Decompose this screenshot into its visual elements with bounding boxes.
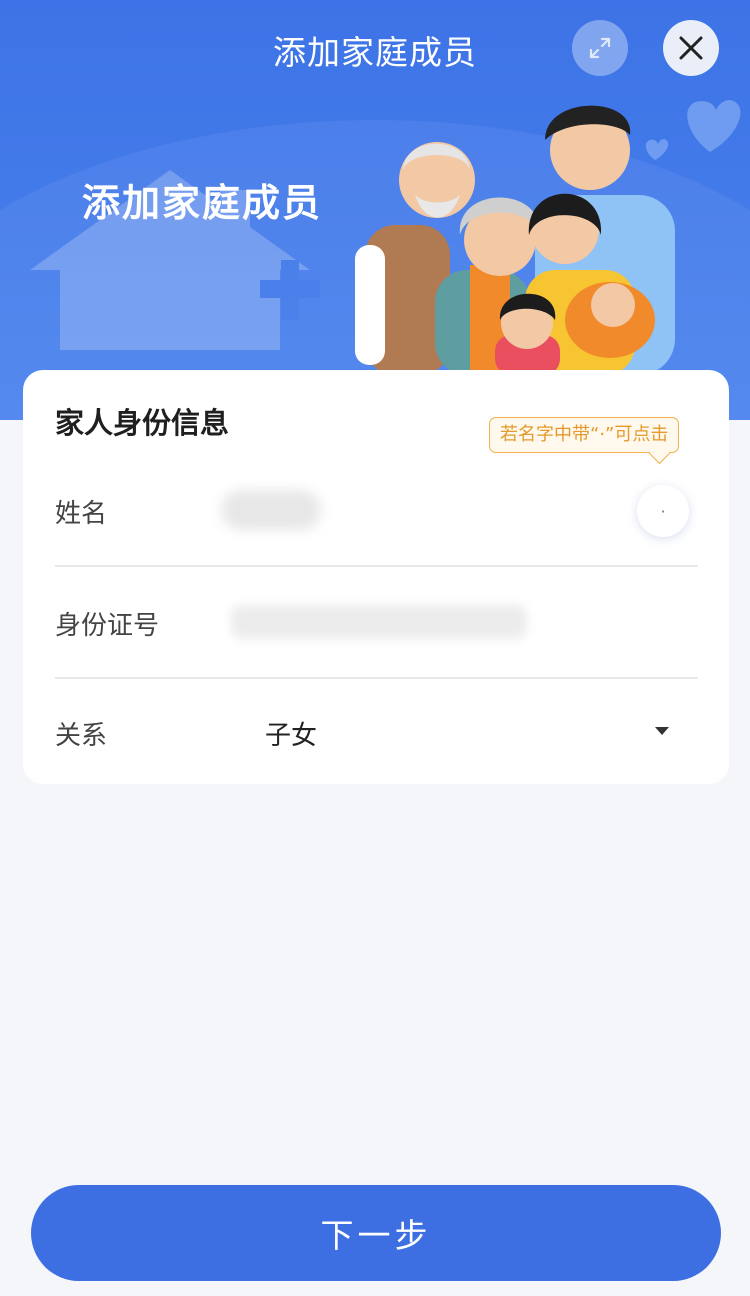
name-input[interactable]	[221, 490, 321, 530]
page: 添加家庭成员 添加家庭成员 家人身份信息 若名字中带“·”可点击 姓名 · 身份…	[0, 0, 750, 1296]
close-button[interactable]	[663, 20, 719, 76]
id-number-input[interactable]	[231, 605, 527, 639]
family-illustration	[355, 105, 675, 375]
hero-banner: 添加家庭成员 添加家庭成员	[0, 0, 750, 640]
expand-icon	[589, 37, 611, 59]
page-title: 添加家庭成员	[273, 33, 477, 72]
hero-title: 添加家庭成员	[82, 181, 323, 225]
family-info-card: 家人身份信息 若名字中带“·”可点击 姓名 · 身份证号 关系 子女	[23, 370, 729, 784]
id-label: 身份证号	[55, 611, 160, 641]
dot-tip-tooltip: 若名字中带“·”可点击	[489, 417, 680, 453]
name-row: 姓名	[55, 455, 698, 565]
middle-dot-button[interactable]: ·	[637, 485, 689, 537]
relation-label: 关系	[55, 721, 108, 751]
section-title: 家人身份信息	[55, 406, 230, 440]
relation-select[interactable]: 关系 子女	[55, 679, 698, 789]
expand-button[interactable]	[572, 20, 628, 76]
next-step-button[interactable]: 下一步	[31, 1185, 721, 1281]
name-label: 姓名	[55, 499, 108, 529]
relation-value: 子女	[265, 721, 318, 751]
dropdown-caret-icon	[655, 727, 669, 735]
close-icon	[679, 36, 703, 60]
